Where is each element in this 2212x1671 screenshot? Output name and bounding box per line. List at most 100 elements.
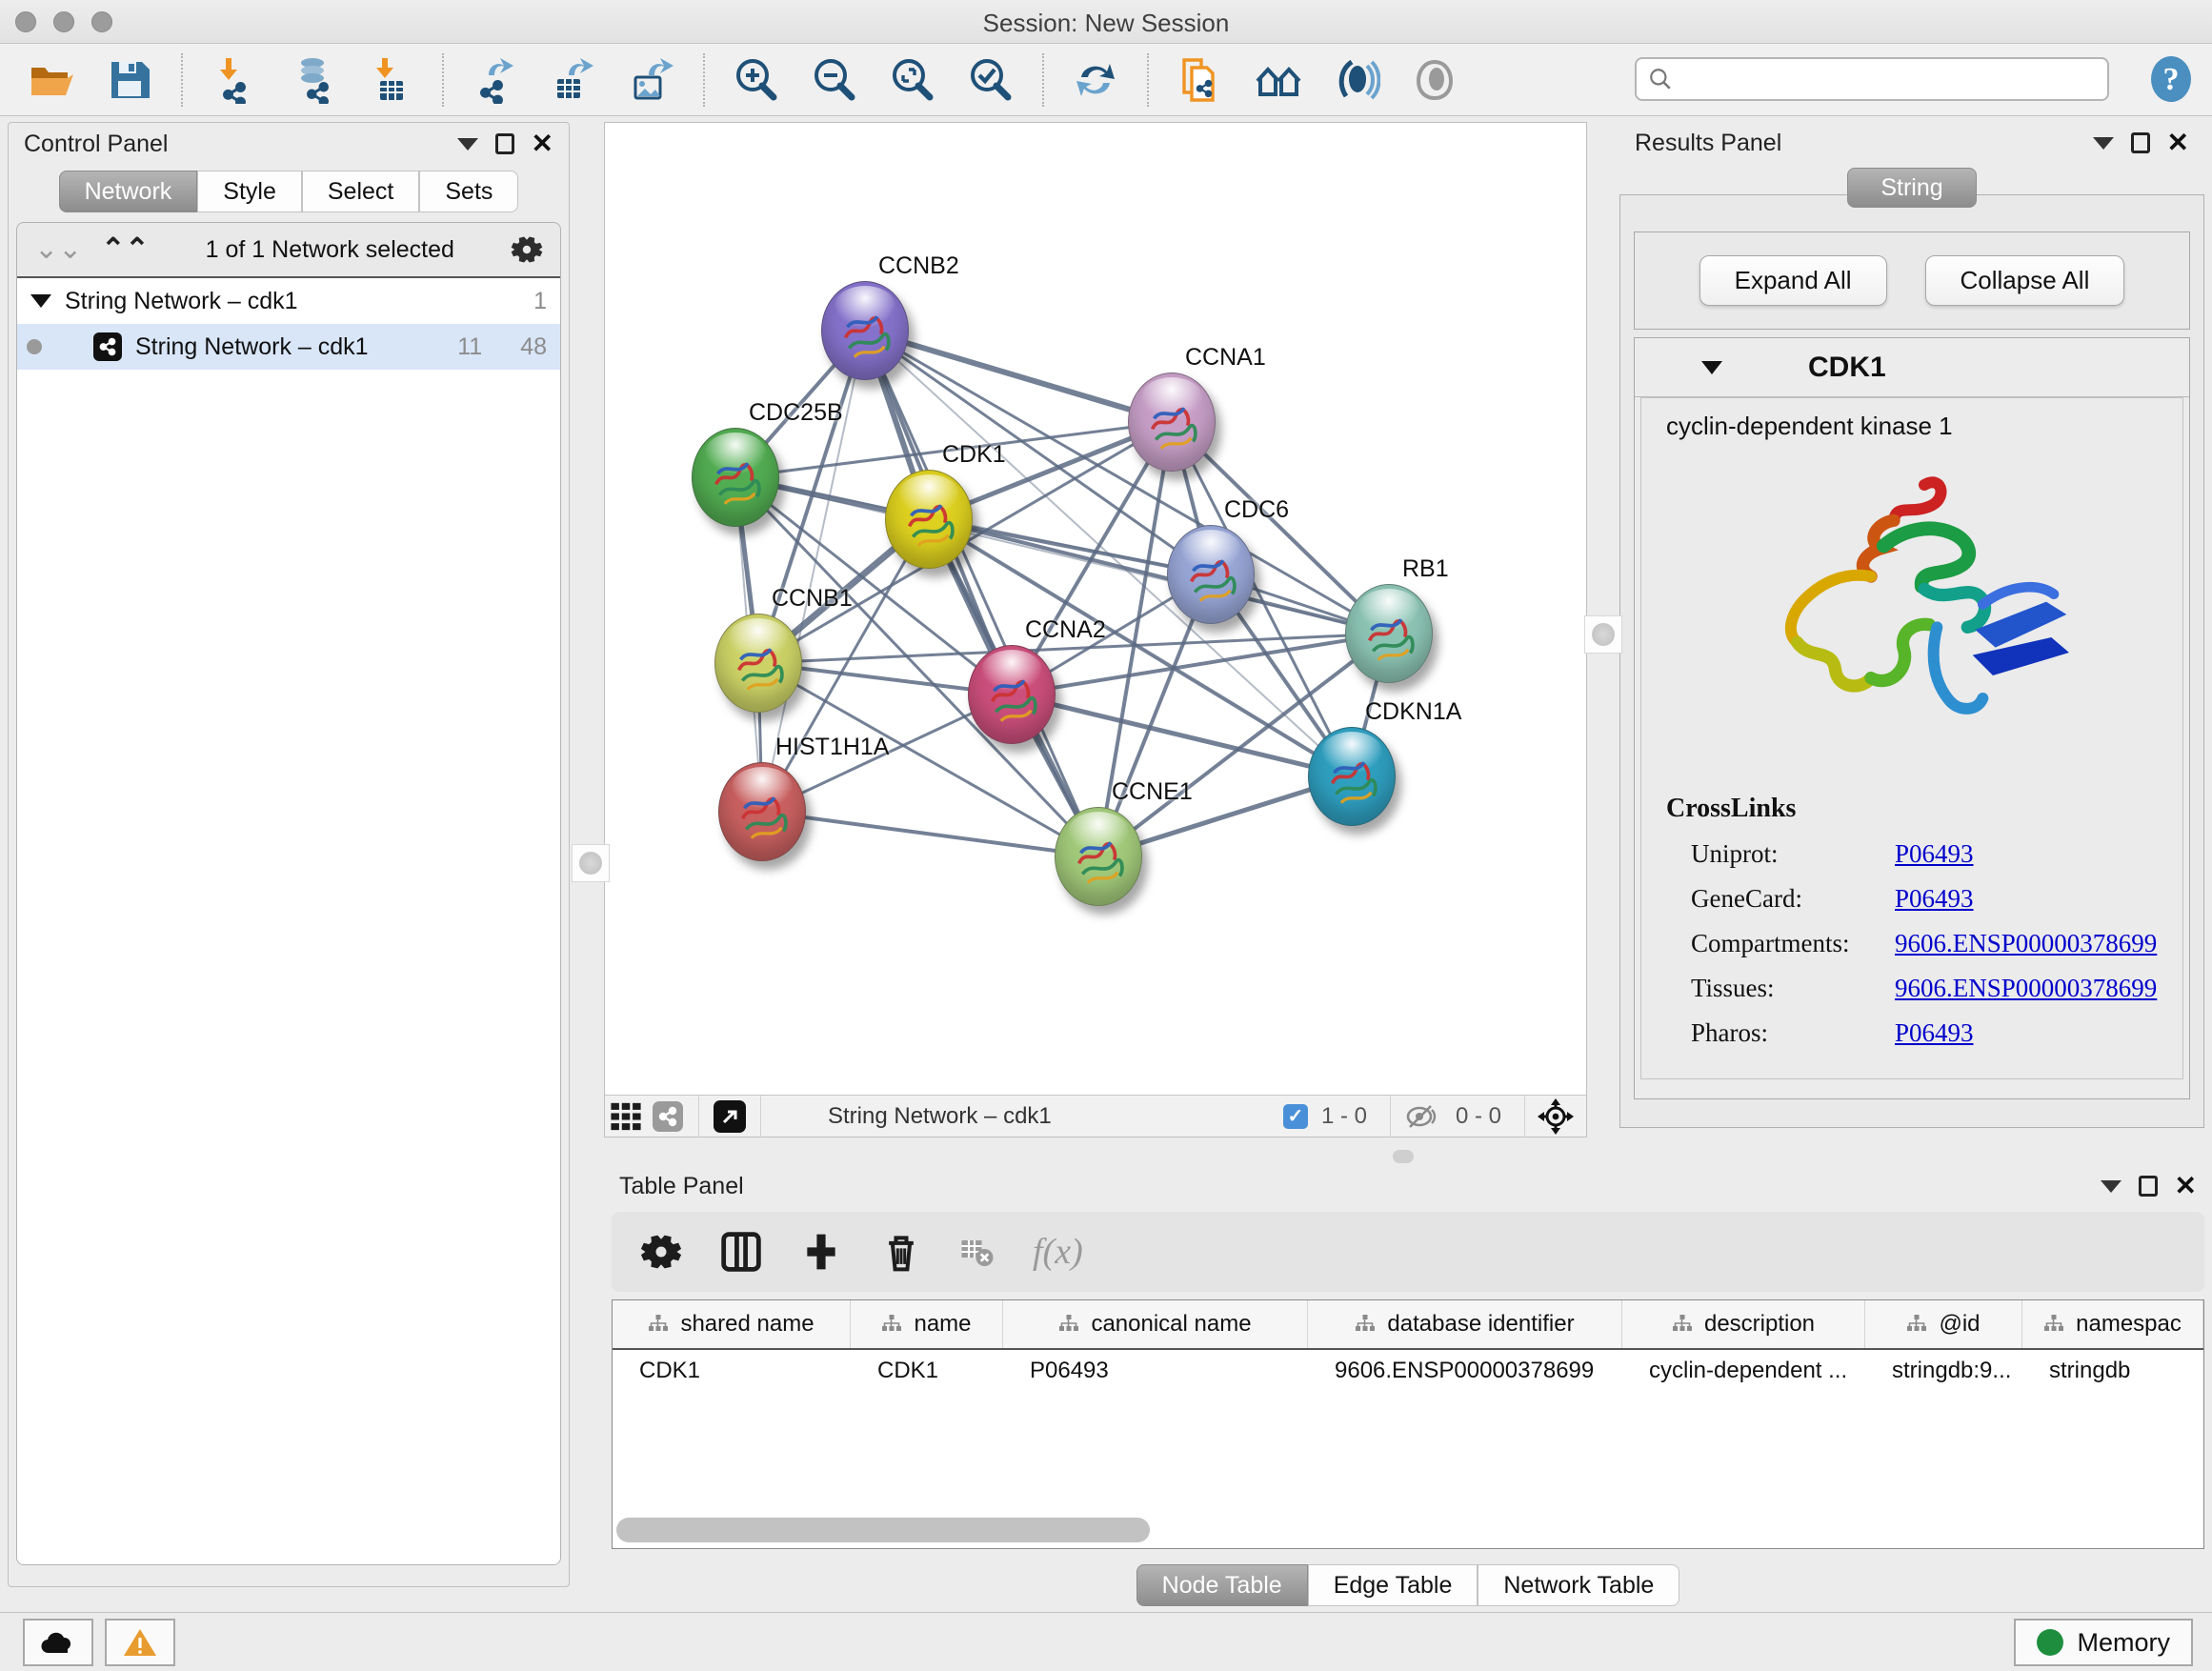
node-CDKN1A[interactable] <box>1308 727 1396 826</box>
hide-eye-icon[interactable] <box>1332 55 1381 105</box>
node-CCNA2[interactable] <box>968 645 1056 744</box>
node-RB1[interactable] <box>1345 584 1433 683</box>
node-label-CDC25B: CDC25B <box>749 399 843 427</box>
birds-eye-icon[interactable] <box>1535 1099 1577 1134</box>
cell[interactable]: 9606.ENSP00000378699 <box>1308 1350 1622 1396</box>
close-panel-icon[interactable]: ✕ <box>2167 132 2189 153</box>
warnings-button[interactable] <box>105 1619 175 1666</box>
close-panel-icon[interactable]: ✕ <box>532 133 553 154</box>
close-panel-icon[interactable]: ✕ <box>2175 1176 2197 1197</box>
tab-sets[interactable]: Sets <box>419 171 518 212</box>
delete-column-icon[interactable] <box>880 1231 922 1273</box>
table-row[interactable]: CDK1CDK1P064939606.ENSP00000378699cyclin… <box>613 1350 2203 1396</box>
cell[interactable]: CDK1 <box>613 1350 851 1396</box>
expand-all-button[interactable]: Expand All <box>1699 255 1887 306</box>
node-CCNB2[interactable] <box>821 281 909 380</box>
tab-network[interactable]: Network <box>59 171 198 212</box>
node-HIST1H1A[interactable] <box>718 762 806 861</box>
crosslink-link[interactable]: P06493 <box>1895 1018 1974 1048</box>
panel-menu-icon[interactable] <box>2093 137 2114 150</box>
tab-edge-table[interactable]: Edge Table <box>1308 1564 1478 1606</box>
horizontal-scrollbar[interactable] <box>616 1518 1150 1542</box>
collection-expand-icon[interactable] <box>30 294 51 308</box>
cell[interactable]: cyclin-dependent ... <box>1622 1350 1865 1396</box>
horizontal-splitter-handle[interactable] <box>1393 1150 1414 1163</box>
crosslink-link[interactable]: 9606.ENSP00000378699 <box>1895 974 2157 1003</box>
network-collection-row[interactable]: String Network – cdk1 1 <box>17 278 560 324</box>
tab-style[interactable]: Style <box>197 171 302 212</box>
node-CDC25B[interactable] <box>692 428 779 527</box>
network-canvas[interactable]: CCNB2CCNA1CDC25BCDK1CDC6RB1CCNB1CCNA2CDK… <box>605 123 1586 1095</box>
detach-view-icon[interactable] <box>709 1099 751 1134</box>
cell[interactable]: stringdb:9... <box>1865 1350 2022 1396</box>
column-header-canonical-name[interactable]: canonical name <box>1003 1300 1308 1348</box>
zoom-selected-icon[interactable] <box>966 55 1016 105</box>
export-image-icon[interactable] <box>627 55 676 105</box>
cell[interactable]: P06493 <box>1003 1350 1308 1396</box>
node-CDK1[interactable] <box>885 470 973 569</box>
search-input[interactable] <box>1673 60 2107 98</box>
collapse-all-button[interactable]: Collapse All <box>1925 255 2125 306</box>
collapse-all-icon[interactable]: ⌄⌄ <box>34 235 82 264</box>
float-panel-icon[interactable] <box>495 133 514 154</box>
cell[interactable]: stringdb <box>2022 1350 2203 1396</box>
save-session-icon[interactable] <box>105 55 154 105</box>
zoom-fit-icon[interactable] <box>888 55 937 105</box>
tab-network-table[interactable]: Network Table <box>1478 1564 1679 1606</box>
tab-select[interactable]: Select <box>302 171 419 212</box>
expand-all-icon[interactable]: ⌃⌃ <box>101 235 149 264</box>
import-network-file-icon[interactable] <box>210 55 259 105</box>
eye-icon[interactable] <box>1410 55 1459 105</box>
crosslink-link[interactable]: P06493 <box>1895 884 1974 914</box>
show-columns-icon[interactable] <box>720 1231 762 1273</box>
column-header-@id[interactable]: @id <box>1865 1300 2022 1348</box>
column-type-icon <box>1672 1314 1693 1335</box>
open-session-icon[interactable] <box>27 55 76 105</box>
left-splitter-handle[interactable] <box>572 844 610 882</box>
create-column-icon[interactable] <box>800 1231 842 1273</box>
table-settings-gear-icon[interactable] <box>640 1231 682 1273</box>
float-panel-icon[interactable] <box>2131 132 2150 153</box>
help-icon[interactable]: ? <box>2149 55 2193 103</box>
column-header-shared-name[interactable]: shared name <box>613 1300 851 1348</box>
column-header-namespac[interactable]: namespac <box>2022 1300 2203 1348</box>
network-view-icon[interactable] <box>647 1099 689 1134</box>
column-header-description[interactable]: description <box>1622 1300 1865 1348</box>
import-table-file-icon[interactable] <box>366 55 415 105</box>
network-row-selected[interactable]: String Network – cdk1 11 48 <box>17 324 560 370</box>
import-network-database-icon[interactable] <box>288 55 337 105</box>
homes-icon[interactable] <box>1254 55 1303 105</box>
export-table-icon[interactable] <box>549 55 598 105</box>
crosslink-link[interactable]: 9606.ENSP00000378699 <box>1895 929 2157 958</box>
node-CCNB1[interactable] <box>714 614 802 713</box>
clone-network-icon[interactable] <box>1176 55 1225 105</box>
tab-node-table[interactable]: Node Table <box>1136 1564 1308 1606</box>
tab-string[interactable]: String <box>1847 168 1976 208</box>
grid-view-icon[interactable] <box>605 1099 647 1134</box>
export-network-icon[interactable] <box>471 55 520 105</box>
node-CDC6[interactable] <box>1167 525 1255 624</box>
column-header-database-identifier[interactable]: database identifier <box>1308 1300 1622 1348</box>
selected-checkbox-icon[interactable]: ✓ <box>1283 1104 1308 1129</box>
memory-button[interactable]: Memory <box>2014 1619 2193 1666</box>
cloud-status-button[interactable] <box>23 1619 93 1666</box>
zoom-in-icon[interactable] <box>732 55 781 105</box>
section-collapse-icon[interactable] <box>1701 361 1722 374</box>
node-CCNE1[interactable] <box>1055 807 1142 906</box>
refresh-icon[interactable] <box>1071 55 1120 105</box>
edge-CCNB2-CCNA1[interactable] <box>865 331 1172 422</box>
gear-icon[interactable] <box>511 233 543 266</box>
hidden-eye-icon[interactable] <box>1400 1099 1442 1134</box>
right-splitter-handle[interactable] <box>1584 615 1622 654</box>
panel-menu-icon[interactable] <box>2101 1180 2122 1193</box>
column-header-name[interactable]: name <box>851 1300 1003 1348</box>
edge-CCNB2-CCNE1[interactable] <box>865 331 1098 856</box>
node-CCNA1[interactable] <box>1128 372 1216 472</box>
edge-CCNA2-CDKN1A[interactable] <box>1012 695 1352 776</box>
zoom-out-icon[interactable] <box>810 55 859 105</box>
crosslink-link[interactable]: P06493 <box>1895 839 1974 869</box>
float-panel-icon[interactable] <box>2139 1176 2158 1197</box>
edge-HIST1H1A-CCNE1[interactable] <box>762 812 1098 856</box>
panel-menu-icon[interactable] <box>457 138 478 151</box>
cell[interactable]: CDK1 <box>851 1350 1003 1396</box>
